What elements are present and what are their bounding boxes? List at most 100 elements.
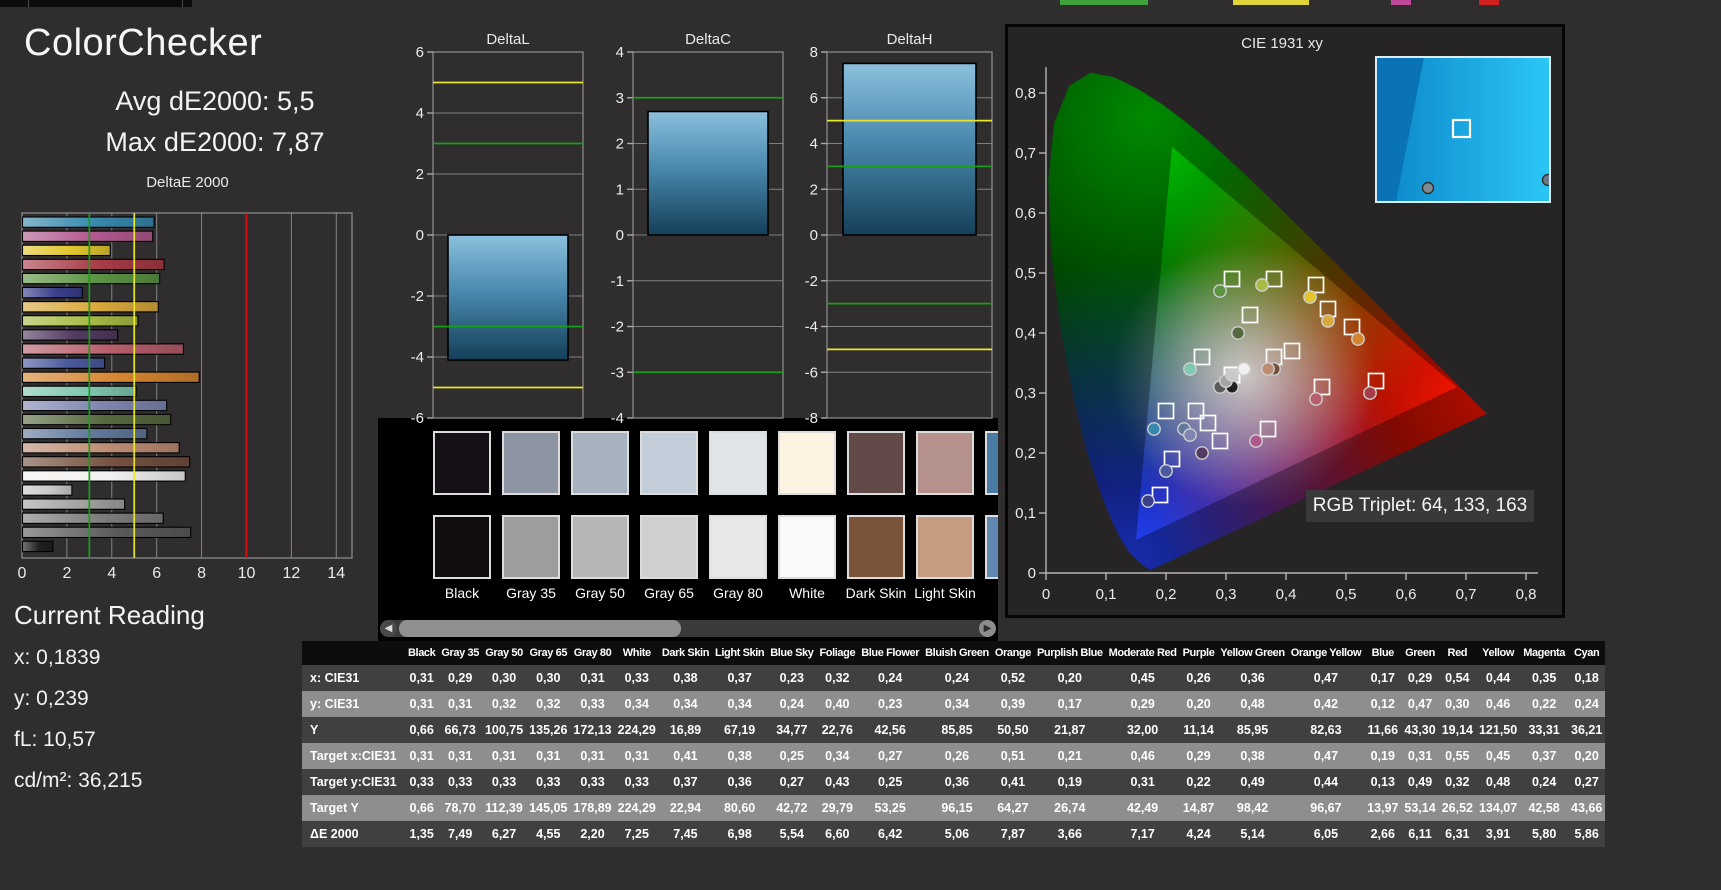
table-cell: 26,74	[1033, 795, 1106, 821]
table-cell: 0,33	[614, 665, 659, 691]
swatch-actual-partial	[985, 431, 998, 495]
swatch-label-light-skin: Light Skin	[914, 585, 976, 601]
table-col-header-purple: Purple	[1179, 641, 1218, 665]
deltae-chart-title: DeltaE 2000	[146, 174, 229, 191]
table-cell: 0,20	[1568, 743, 1606, 769]
swatch-panel: Actual Target BlackGray 35Gray 50Gray 65…	[378, 418, 998, 644]
swatch-target-dark-skin	[847, 515, 905, 579]
swatch-scrollbar-track[interactable]: ◀ ▶	[380, 620, 996, 637]
deltah-y-tick: 6	[810, 90, 818, 107]
table-col-header-gray-50: Gray 50	[481, 641, 527, 665]
table-cell: 13,97	[1364, 795, 1402, 821]
table-col-header-dark-skin: Dark Skin	[658, 641, 713, 665]
swatch-target-gray-50	[571, 515, 629, 579]
table-cell: 0,23	[858, 691, 923, 717]
cie-y-tick: 0,2	[1015, 445, 1036, 462]
table-col-header-gray-80: Gray 80	[570, 641, 615, 665]
table-row-label: ΔE 2000	[302, 821, 405, 847]
swatch-actual-gray-65	[640, 431, 698, 495]
deltae-bar-yellow	[21, 244, 111, 257]
table-cell: 96,67	[1287, 795, 1365, 821]
table-cell: 0,30	[481, 665, 527, 691]
table-cell: 224,29	[614, 717, 659, 743]
table-cell: 22,94	[658, 795, 713, 821]
table-cell: 22,76	[816, 717, 859, 743]
table-col-header-blue: Blue	[1364, 641, 1402, 665]
table-cell: 0,37	[1520, 743, 1569, 769]
table-cell: 5,80	[1520, 821, 1569, 847]
table-cell: 0,35	[1520, 665, 1569, 691]
table-row-target-y-cie31: Target y:CIE31 0,33 0,33 0,33 0,33 0,33 0,33 0,…	[302, 769, 1606, 795]
deltac-y-tick: 3	[616, 90, 624, 107]
deltae-bar-red	[21, 258, 165, 271]
deltae-bar-green	[21, 272, 161, 285]
deltac-y-tick: -1	[611, 273, 624, 290]
table-cell: 0,13	[1364, 769, 1402, 795]
deltac-y-tick: 2	[616, 136, 624, 153]
cie-chart-title: CIE 1931 xy	[1241, 35, 1323, 52]
table-cell: 0,48	[1217, 691, 1288, 717]
table-cell: 11,66	[1364, 717, 1402, 743]
cie-x-tick: 0,4	[1276, 586, 1297, 603]
toolbar-color-fragment	[1479, 0, 1499, 5]
swatch-label-gray-65: Gray 65	[644, 585, 694, 601]
table-cell: 6,05	[1287, 821, 1365, 847]
table-cell: 0,33	[570, 691, 615, 717]
table-cell: 0,37	[658, 769, 713, 795]
table-cell: 0,31	[481, 743, 527, 769]
table-row-label: y: CIE31	[302, 691, 405, 717]
deltal-y-tick: -6	[411, 410, 424, 427]
table-col-header-gray-35: Gray 35	[438, 641, 482, 665]
table-cell: 0,44	[1287, 769, 1365, 795]
deltah-bar-chart: DeltaH 8 6 4 2 0 -2 -4 -6 -8	[805, 31, 993, 427]
deltae-bar-yellow-green	[21, 315, 139, 327]
deltae-bar-gray-35	[21, 526, 192, 539]
table-cell: 145,05	[526, 795, 571, 821]
deltal-y-tick: -4	[411, 349, 424, 366]
deltac-y-tick: -4	[611, 410, 624, 427]
table-cell: 0,22	[1179, 769, 1218, 795]
measurement-table: Black Gray 35 Gray 50 Gray 65 Gray 80 White Da…	[302, 641, 1606, 847]
table-cell: 0,25	[858, 769, 923, 795]
table-cell: 0,31	[614, 743, 659, 769]
table-cell: 6,31	[1438, 821, 1476, 847]
current-reading-fl: fL: 10,57	[14, 728, 96, 751]
swatch-label-white: White	[789, 585, 825, 601]
deltae-bar-white	[21, 470, 186, 482]
swatch-scrollbar-right-button[interactable]: ▶	[979, 620, 996, 637]
cie-panel: CIE 1931 xy 0 0,1 0,2 0,3 0,4 0,5 0,6 0,7 0,8 0 0,…	[1005, 24, 1565, 618]
swatch-scrollbar-left-button[interactable]: ◀	[380, 620, 397, 637]
deltae-x-tick: 0	[18, 565, 27, 582]
table-cell: 0,66	[405, 795, 439, 821]
swatch-actual-gray-80	[709, 431, 767, 495]
deltae-bar-blue	[21, 286, 83, 299]
swatch-target-light-skin	[916, 515, 974, 579]
table-col-header-light-skin: Light Skin	[712, 641, 768, 665]
table-cell: 96,15	[922, 795, 992, 821]
table-cell: 1,35	[405, 821, 439, 847]
table-cell: 0,24	[858, 665, 923, 691]
table-cell: 2,66	[1364, 821, 1402, 847]
table-row-y-cie31: y: CIE31 0,31 0,31 0,32 0,32 0,33 0,34 0,34 0,34…	[302, 691, 1606, 717]
swatch-actual-light-skin	[916, 431, 974, 495]
table-cell: 0,48	[1475, 769, 1521, 795]
deltae-bar-dark-skin	[21, 456, 191, 468]
cie-actual-point-cyan	[1147, 422, 1161, 436]
table-cell: 67,19	[712, 717, 768, 743]
table-row-target-x-cie31: Target x:CIE31 0,31 0,31 0,31 0,31 0,31 0,31 0,…	[302, 743, 1606, 769]
table-col-header-orange: Orange	[991, 641, 1034, 665]
cie-x-tick: 0,8	[1516, 586, 1537, 603]
cie-actual-point-blue	[1141, 494, 1155, 508]
table-cell: 98,42	[1217, 795, 1288, 821]
cie-x-tick: 0,6	[1396, 586, 1417, 603]
table-cell: 36,21	[1568, 717, 1606, 743]
swatch-scrollbar-thumb[interactable]	[399, 620, 681, 637]
table-cell: 0,36	[1217, 665, 1288, 691]
table-cell: 0,30	[1438, 691, 1476, 717]
cie-actual-point-bluish-green	[1183, 362, 1197, 376]
deltae-bar-gray-80	[21, 484, 73, 496]
deltae-bar-orange	[21, 371, 200, 383]
swatch-target-black	[433, 515, 491, 579]
table-cell: 0,34	[712, 691, 768, 717]
table-cell: 5,14	[1217, 821, 1288, 847]
